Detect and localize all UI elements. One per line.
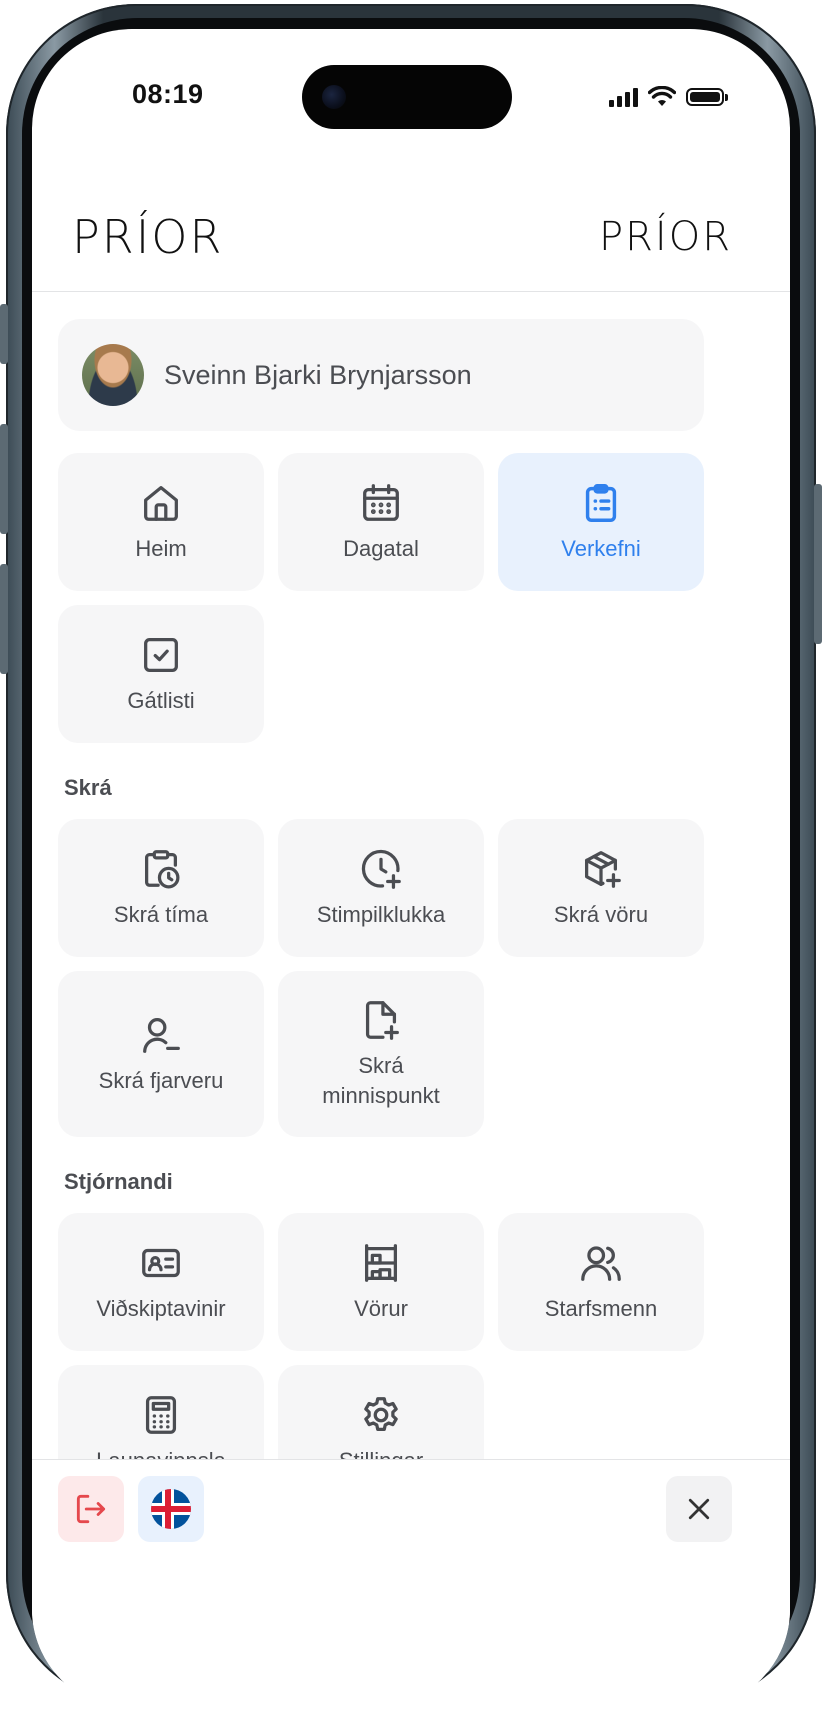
- iceland-flag-icon: [151, 1489, 191, 1529]
- volume-down-button: [0, 564, 8, 674]
- app-header: PRÍOR PRÍOR: [32, 179, 790, 292]
- tile-vorur[interactable]: Vörur: [278, 1213, 484, 1351]
- volume-up-button: [0, 424, 8, 534]
- nav-tile-label: Dagatal: [343, 536, 419, 561]
- signal-icon: [609, 87, 638, 107]
- close-button[interactable]: [666, 1476, 732, 1542]
- section-title-stjornandi: Stjórnandi: [64, 1169, 173, 1194]
- package-plus-icon: [578, 846, 624, 892]
- tile-starfsmenn[interactable]: Starfsmenn: [498, 1213, 704, 1351]
- tile-label: Skrá vöru: [553, 902, 649, 927]
- close-icon: [688, 1498, 710, 1520]
- camera-icon: [322, 85, 346, 109]
- clipboard-clock-icon: [138, 846, 184, 892]
- checkbox-icon: [138, 632, 184, 678]
- battery-icon: [686, 88, 728, 106]
- power-button: [814, 484, 822, 644]
- prior-logo-secondary: PRÍOR: [599, 211, 744, 257]
- tile-skra-fjarveru[interactable]: Skrá fjarveru: [58, 971, 264, 1137]
- tile-label: Vörur: [354, 1296, 408, 1321]
- prior-logo[interactable]: PRÍOR: [72, 209, 242, 261]
- file-plus-icon: [358, 997, 404, 1043]
- nav-tile-verkefni[interactable]: Verkefni: [498, 453, 704, 591]
- prior-logo-mark: PRÍOR: [72, 210, 223, 261]
- tile-label-line2: minnispunkt: [322, 1083, 440, 1108]
- menu-content[interactable]: Sveinn Bjarki Brynjarsson Heim Dagatal V…: [32, 291, 790, 1459]
- phone-screen: 08:19 PRÍOR PRÍOR Sveinn Bjarki Brynjars…: [32, 29, 790, 1709]
- calculator-icon: [138, 1392, 184, 1438]
- tile-skra-tima[interactable]: Skrá tíma: [58, 819, 264, 957]
- tile-label: Skrá fjarveru: [98, 1068, 224, 1093]
- logout-icon: [76, 1494, 106, 1524]
- wifi-icon: [648, 86, 676, 106]
- tile-label: Stimpilklukka: [316, 902, 446, 927]
- tile-label: Launavinnsla: [96, 1446, 226, 1459]
- profile-name: Sveinn Bjarki Brynjarsson: [164, 359, 472, 390]
- tile-label: Stillingar: [339, 1446, 423, 1459]
- users-icon: [578, 1240, 624, 1286]
- shelves-icon: [358, 1240, 404, 1286]
- logout-button[interactable]: [58, 1476, 124, 1542]
- nav-tile-gatlisti[interactable]: Gátlisti: [58, 605, 264, 743]
- nav-tile-heim[interactable]: Heim: [58, 453, 264, 591]
- profile-card[interactable]: Sveinn Bjarki Brynjarsson: [58, 319, 704, 431]
- status-icons: [609, 84, 728, 110]
- section-title-skra: Skrá: [64, 775, 112, 800]
- tile-label: Starfsmenn: [544, 1296, 658, 1321]
- tile-label: Skrá tíma: [113, 902, 209, 927]
- avatar: [82, 344, 144, 406]
- status-time: 08:19: [132, 79, 204, 109]
- action-button: [0, 304, 8, 364]
- clipboard-list-icon: [578, 480, 624, 526]
- tile-skra-minnispunkt[interactable]: Skrá minnispunkt: [278, 971, 484, 1137]
- clock-plus-icon: [358, 846, 404, 892]
- nav-tile-dagatal[interactable]: Dagatal: [278, 453, 484, 591]
- tile-launavinnsla[interactable]: Launavinnsla: [58, 1365, 264, 1459]
- drawer-footer: [32, 1459, 790, 1709]
- tile-vidskiptavinir[interactable]: Viðskiptavinir: [58, 1213, 264, 1351]
- home-icon: [138, 480, 184, 526]
- prior-logo-mark-secondary: PRÍOR: [599, 212, 732, 257]
- tile-stimpilklukka[interactable]: Stimpilklukka: [278, 819, 484, 957]
- nav-tile-label: Verkefni: [561, 536, 641, 561]
- calendar-icon: [358, 480, 404, 526]
- prior-logo-text-secondary: PRÍOR: [599, 212, 732, 257]
- user-minus-icon: [138, 1012, 184, 1058]
- language-button[interactable]: [138, 1476, 204, 1542]
- tile-skra-voru[interactable]: Skrá vöru: [498, 819, 704, 957]
- gear-icon: [358, 1392, 404, 1438]
- nav-tile-label: Heim: [135, 536, 187, 561]
- nav-tile-label: Gátlisti: [127, 688, 195, 713]
- tile-stillingar[interactable]: Stillingar: [278, 1365, 484, 1459]
- dynamic-island: [302, 65, 512, 129]
- tile-label: Viðskiptavinir: [96, 1296, 226, 1321]
- prior-logo-text: PRÍOR: [72, 210, 223, 261]
- id-card-icon: [138, 1240, 184, 1286]
- tile-label-line1: Skrá: [358, 1053, 404, 1078]
